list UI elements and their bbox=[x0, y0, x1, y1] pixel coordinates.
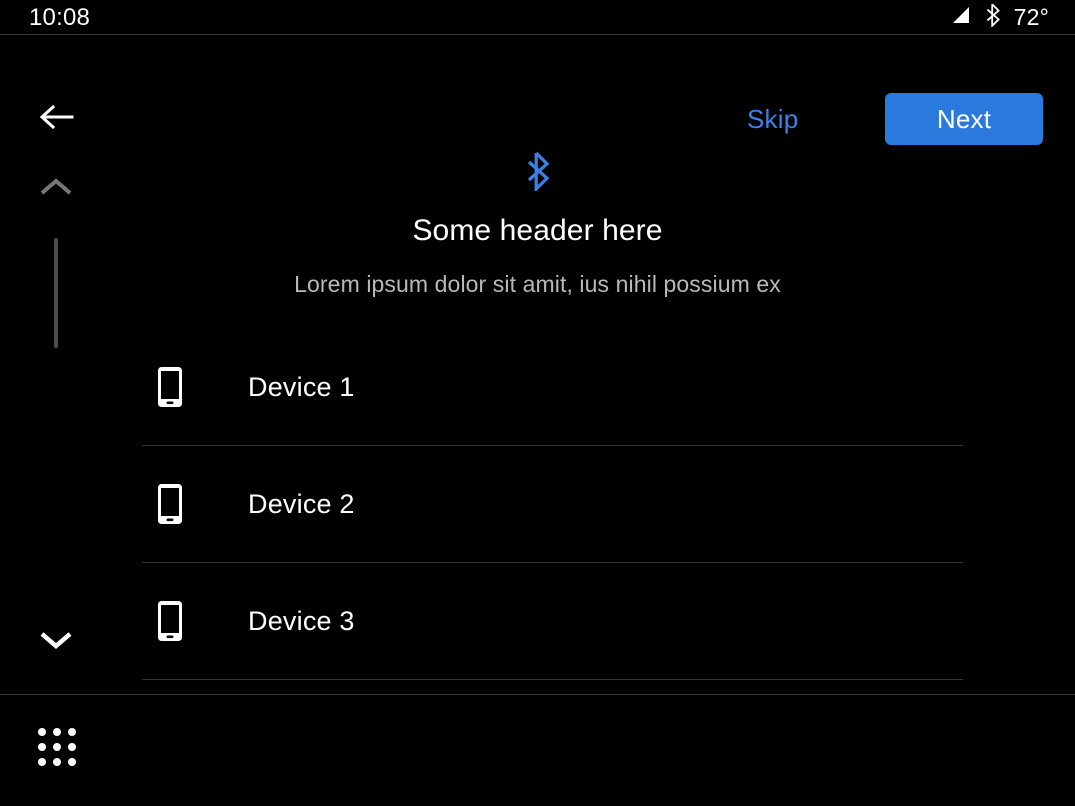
grid-dot bbox=[53, 743, 61, 751]
scrollbar-thumb[interactable] bbox=[54, 238, 58, 348]
status-bar: 10:08 72° bbox=[0, 0, 1075, 35]
bluetooth-icon bbox=[524, 151, 552, 196]
chevron-up-icon bbox=[38, 178, 74, 202]
car-infotainment-screen: 10:08 72° Skip Next Some header here Lor… bbox=[0, 0, 1075, 806]
back-arrow-icon bbox=[38, 103, 74, 136]
status-bar-indicators: 72° bbox=[950, 3, 1049, 32]
smartphone-icon bbox=[152, 366, 188, 408]
app-grid-icon[interactable] bbox=[38, 728, 76, 766]
device-name: Device 1 bbox=[248, 371, 355, 402]
device-list-item[interactable]: Device 3 bbox=[142, 563, 963, 680]
page-title: Some header here bbox=[412, 214, 663, 247]
status-bar-temperature: 72° bbox=[1013, 4, 1049, 30]
left-scroll-rail bbox=[0, 134, 112, 694]
hero-bluetooth-icon-wrapper bbox=[112, 151, 963, 196]
grid-dot bbox=[68, 743, 76, 751]
main-content: Some header here Lorem ipsum dolor sit a… bbox=[112, 134, 1075, 694]
scroll-down-button[interactable] bbox=[38, 629, 74, 651]
bluetooth-icon bbox=[985, 3, 1001, 32]
grid-dot bbox=[38, 758, 46, 766]
smartphone-icon bbox=[152, 483, 188, 525]
device-name: Device 2 bbox=[248, 488, 355, 519]
smartphone-icon bbox=[152, 600, 188, 642]
device-list-item[interactable]: Device 1 bbox=[142, 329, 963, 446]
grid-dot bbox=[53, 728, 61, 736]
skip-button[interactable]: Skip bbox=[747, 104, 798, 135]
device-list: Device 1 Device 2 Device 3 bbox=[142, 329, 963, 680]
grid-dot bbox=[38, 728, 46, 736]
page-subtitle: Lorem ipsum dolor sit amit, ius nihil po… bbox=[294, 271, 781, 297]
device-list-item[interactable]: Device 2 bbox=[142, 446, 963, 563]
device-name: Device 3 bbox=[248, 605, 355, 636]
grid-dot bbox=[53, 758, 61, 766]
status-bar-clock: 10:08 bbox=[29, 4, 91, 31]
cellular-signal-icon bbox=[950, 5, 972, 30]
grid-dot bbox=[38, 743, 46, 751]
grid-dot bbox=[68, 728, 76, 736]
chevron-down-icon bbox=[38, 632, 74, 655]
vertical-scrollbar[interactable] bbox=[54, 238, 58, 452]
bottom-bar bbox=[0, 694, 1075, 806]
grid-dot bbox=[68, 758, 76, 766]
scroll-up-button[interactable] bbox=[38, 176, 74, 198]
top-nav-bar: Skip Next bbox=[0, 35, 1075, 145]
